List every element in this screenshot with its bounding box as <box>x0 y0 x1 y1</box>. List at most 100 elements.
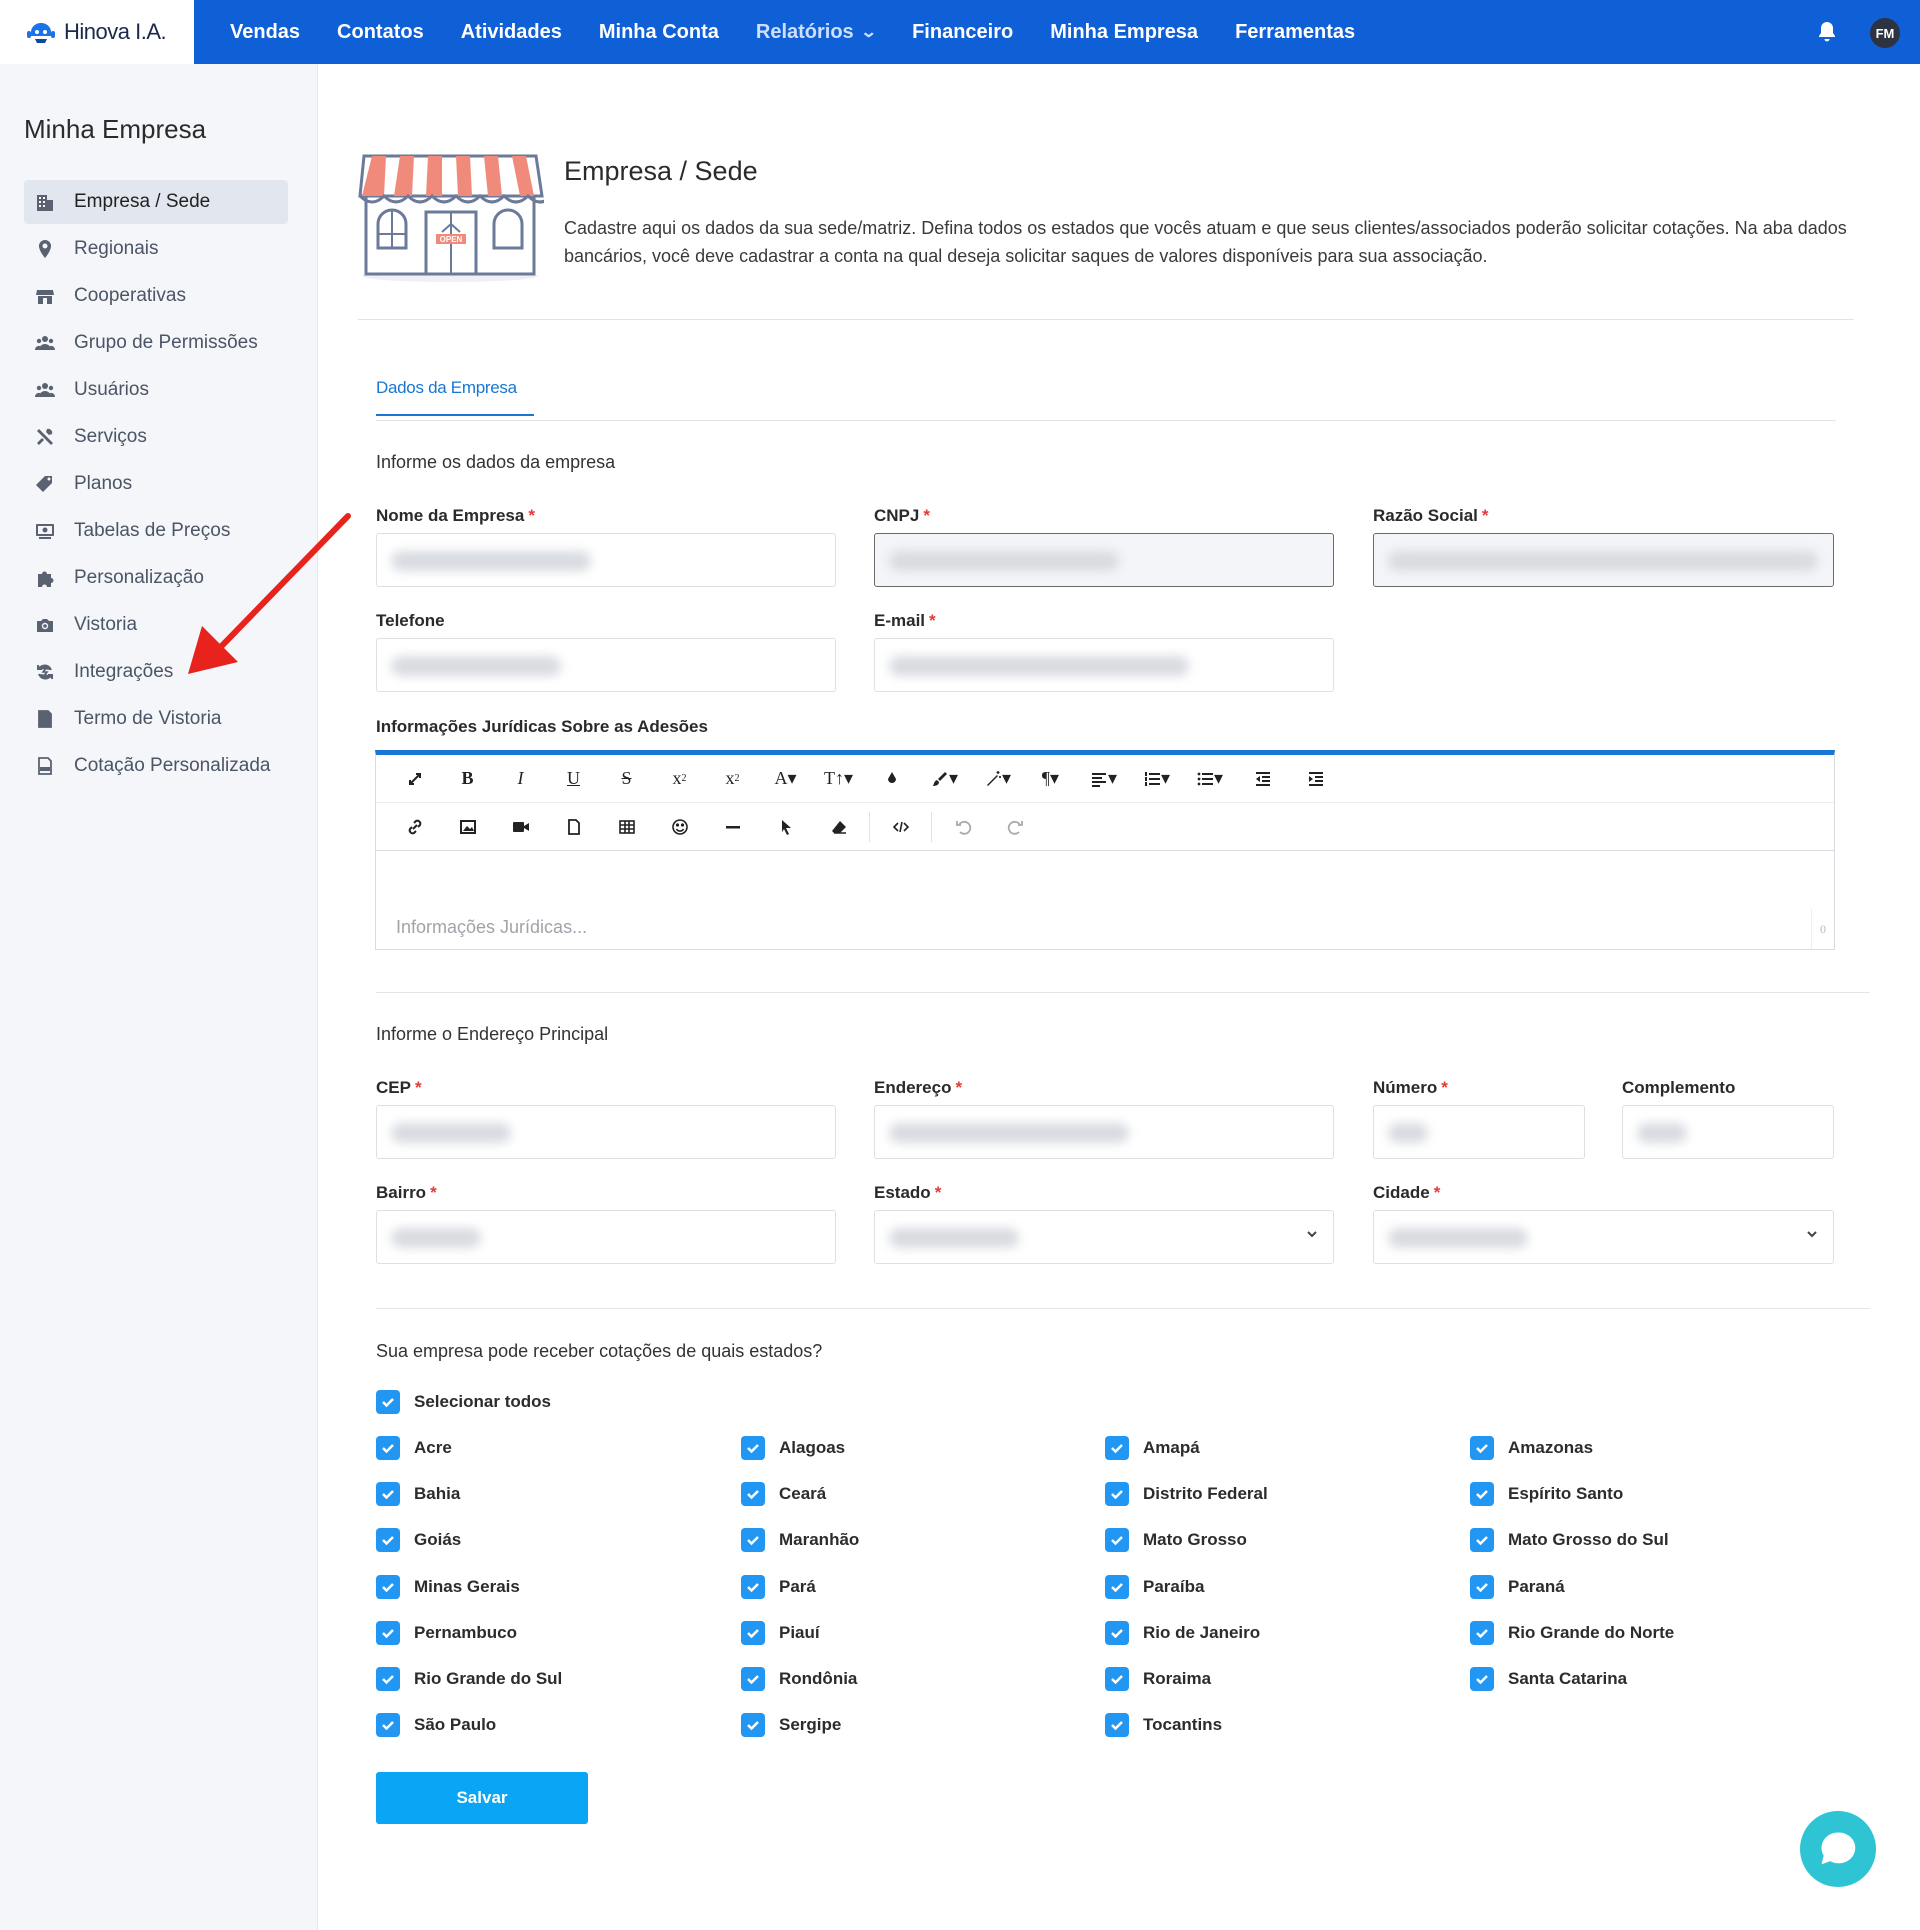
superscript-icon[interactable]: x2 <box>706 759 759 799</box>
sidebar-item-usuarios[interactable]: Usuários <box>24 368 288 412</box>
subscript-icon[interactable]: x2 <box>653 759 706 799</box>
ordered-list-icon[interactable]: ▾ <box>1130 759 1183 799</box>
sidebar-item-empresa-sede[interactable]: Empresa / Sede <box>24 180 288 224</box>
video-icon[interactable] <box>494 807 547 847</box>
state-checkbox[interactable]: Mato Grosso <box>1105 1528 1247 1552</box>
horizontal-line-icon[interactable] <box>706 807 759 847</box>
brand-logo[interactable]: Hinova I.A. <box>0 0 194 64</box>
state-checkbox[interactable]: Rondônia <box>741 1667 857 1691</box>
state-checkbox[interactable]: Acre <box>376 1436 452 1460</box>
bairro-input[interactable] <box>376 1210 836 1264</box>
nome-empresa-input[interactable] <box>376 533 836 587</box>
sidebar-item-cooperativas[interactable]: Cooperativas <box>24 274 288 318</box>
state-checkbox[interactable]: Pernambuco <box>376 1621 517 1645</box>
juridico-label: Informações Jurídicas Sobre as Adesões <box>376 717 708 736</box>
state-checkbox[interactable]: Pará <box>741 1575 816 1599</box>
state-checkbox[interactable]: Maranhão <box>741 1528 859 1552</box>
paragraph-format-icon[interactable]: ¶▾ <box>1024 759 1077 799</box>
razao-social-input[interactable] <box>1373 533 1834 587</box>
state-checkbox[interactable]: Paraíba <box>1105 1575 1204 1599</box>
estado-select[interactable] <box>874 1210 1334 1264</box>
state-checkbox[interactable]: Piauí <box>741 1621 820 1645</box>
state-checkbox[interactable]: Sergipe <box>741 1713 841 1737</box>
state-checkbox[interactable]: Espírito Santo <box>1470 1482 1623 1506</box>
select-all-checkbox[interactable]: Selecionar todos <box>376 1390 551 1414</box>
telefone-input[interactable] <box>376 638 836 692</box>
redacted-value <box>391 1123 511 1143</box>
state-checkbox[interactable]: Rio de Janeiro <box>1105 1621 1260 1645</box>
sidebar-item-cotacao-personalizada[interactable]: Cotação Personalizada <box>24 744 288 788</box>
state-checkbox[interactable]: Distrito Federal <box>1105 1482 1268 1506</box>
align-icon[interactable]: ▾ <box>1077 759 1130 799</box>
state-checkbox[interactable]: Goiás <box>376 1528 461 1552</box>
indent-icon[interactable] <box>1289 759 1342 799</box>
bell-icon[interactable] <box>1815 20 1839 44</box>
undo-icon[interactable] <box>936 807 989 847</box>
state-checkbox[interactable]: Bahia <box>376 1482 460 1506</box>
fullscreen-icon[interactable] <box>388 759 441 799</box>
state-checkbox[interactable]: Mato Grosso do Sul <box>1470 1528 1669 1552</box>
state-checkbox[interactable]: Santa Catarina <box>1470 1667 1627 1691</box>
editor-toolbar-row-2 <box>376 803 1834 851</box>
code-view-icon[interactable] <box>874 807 927 847</box>
divider <box>358 319 1854 320</box>
state-checkbox[interactable]: Rio Grande do Sul <box>376 1667 562 1691</box>
sidebar-item-grupo-permissoes[interactable]: Grupo de Permissões <box>24 321 288 365</box>
complemento-input[interactable] <box>1622 1105 1834 1159</box>
image-icon[interactable] <box>441 807 494 847</box>
unordered-list-icon[interactable]: ▾ <box>1183 759 1236 799</box>
nav-contatos[interactable]: Contatos <box>337 21 424 44</box>
chat-button[interactable] <box>1800 1811 1876 1887</box>
sidebar-item-regionais[interactable]: Regionais <box>24 227 288 271</box>
paint-brush-icon[interactable]: ▾ <box>918 759 971 799</box>
emoticon-icon[interactable] <box>653 807 706 847</box>
underline-icon[interactable]: U <box>547 759 600 799</box>
state-checkbox[interactable]: São Paulo <box>376 1713 496 1737</box>
state-checkbox[interactable]: Amapá <box>1105 1436 1200 1460</box>
endereco-input[interactable] <box>874 1105 1334 1159</box>
state-checkbox[interactable]: Paraná <box>1470 1575 1565 1599</box>
state-checkbox[interactable]: Tocantins <box>1105 1713 1222 1737</box>
state-checkbox[interactable]: Rio Grande do Norte <box>1470 1621 1674 1645</box>
user-avatar[interactable]: FM <box>1870 18 1900 48</box>
nav-minha-empresa[interactable]: Minha Empresa <box>1050 21 1198 44</box>
font-size-icon[interactable]: T↑▾ <box>812 759 865 799</box>
nav-financeiro[interactable]: Financeiro <box>912 21 1013 44</box>
sidebar-item-servicos[interactable]: Serviços <box>24 415 288 459</box>
cidade-select[interactable] <box>1373 1210 1834 1264</box>
file-icon[interactable] <box>547 807 600 847</box>
state-checkbox[interactable]: Minas Gerais <box>376 1575 520 1599</box>
nav-vendas[interactable]: Vendas <box>230 21 300 44</box>
table-icon[interactable] <box>600 807 653 847</box>
sidebar-item-label: Regionais <box>74 238 159 259</box>
tools-icon <box>34 426 56 448</box>
bold-icon[interactable]: B <box>441 759 494 799</box>
email-input[interactable] <box>874 638 1334 692</box>
state-checkbox[interactable]: Ceará <box>741 1482 826 1506</box>
italic-icon[interactable]: I <box>494 759 547 799</box>
sidebar-item-termo-vistoria[interactable]: Termo de Vistoria <box>24 697 288 741</box>
nav-minha-conta[interactable]: Minha Conta <box>599 21 719 44</box>
nav-ferramentas[interactable]: Ferramentas <box>1235 21 1355 44</box>
font-family-icon[interactable]: A▾ <box>759 759 812 799</box>
save-button[interactable]: Salvar <box>376 1772 588 1824</box>
redo-icon[interactable] <box>989 807 1042 847</box>
text-color-icon[interactable] <box>865 759 918 799</box>
outdent-icon[interactable] <box>1236 759 1289 799</box>
state-checkbox[interactable]: Amazonas <box>1470 1436 1593 1460</box>
select-all-icon[interactable] <box>759 807 812 847</box>
nav-atividades[interactable]: Atividades <box>461 21 562 44</box>
nav-relatorios[interactable]: Relatórios ⌄ <box>756 21 877 44</box>
state-checkbox[interactable]: Roraima <box>1105 1667 1211 1691</box>
juridico-editor-area[interactable]: Informações Jurídicas... <box>396 917 587 938</box>
sidebar-item-planos[interactable]: Planos <box>24 462 288 506</box>
link-icon[interactable] <box>388 807 441 847</box>
cnpj-input[interactable] <box>874 533 1334 587</box>
cep-input[interactable] <box>376 1105 836 1159</box>
tab-dados-empresa[interactable]: Dados da Empresa <box>376 378 534 416</box>
clear-formatting-icon[interactable] <box>812 807 865 847</box>
numero-input[interactable] <box>1373 1105 1585 1159</box>
strikethrough-icon[interactable]: S <box>600 759 653 799</box>
state-checkbox[interactable]: Alagoas <box>741 1436 845 1460</box>
magic-wand-icon[interactable]: ▾ <box>971 759 1024 799</box>
